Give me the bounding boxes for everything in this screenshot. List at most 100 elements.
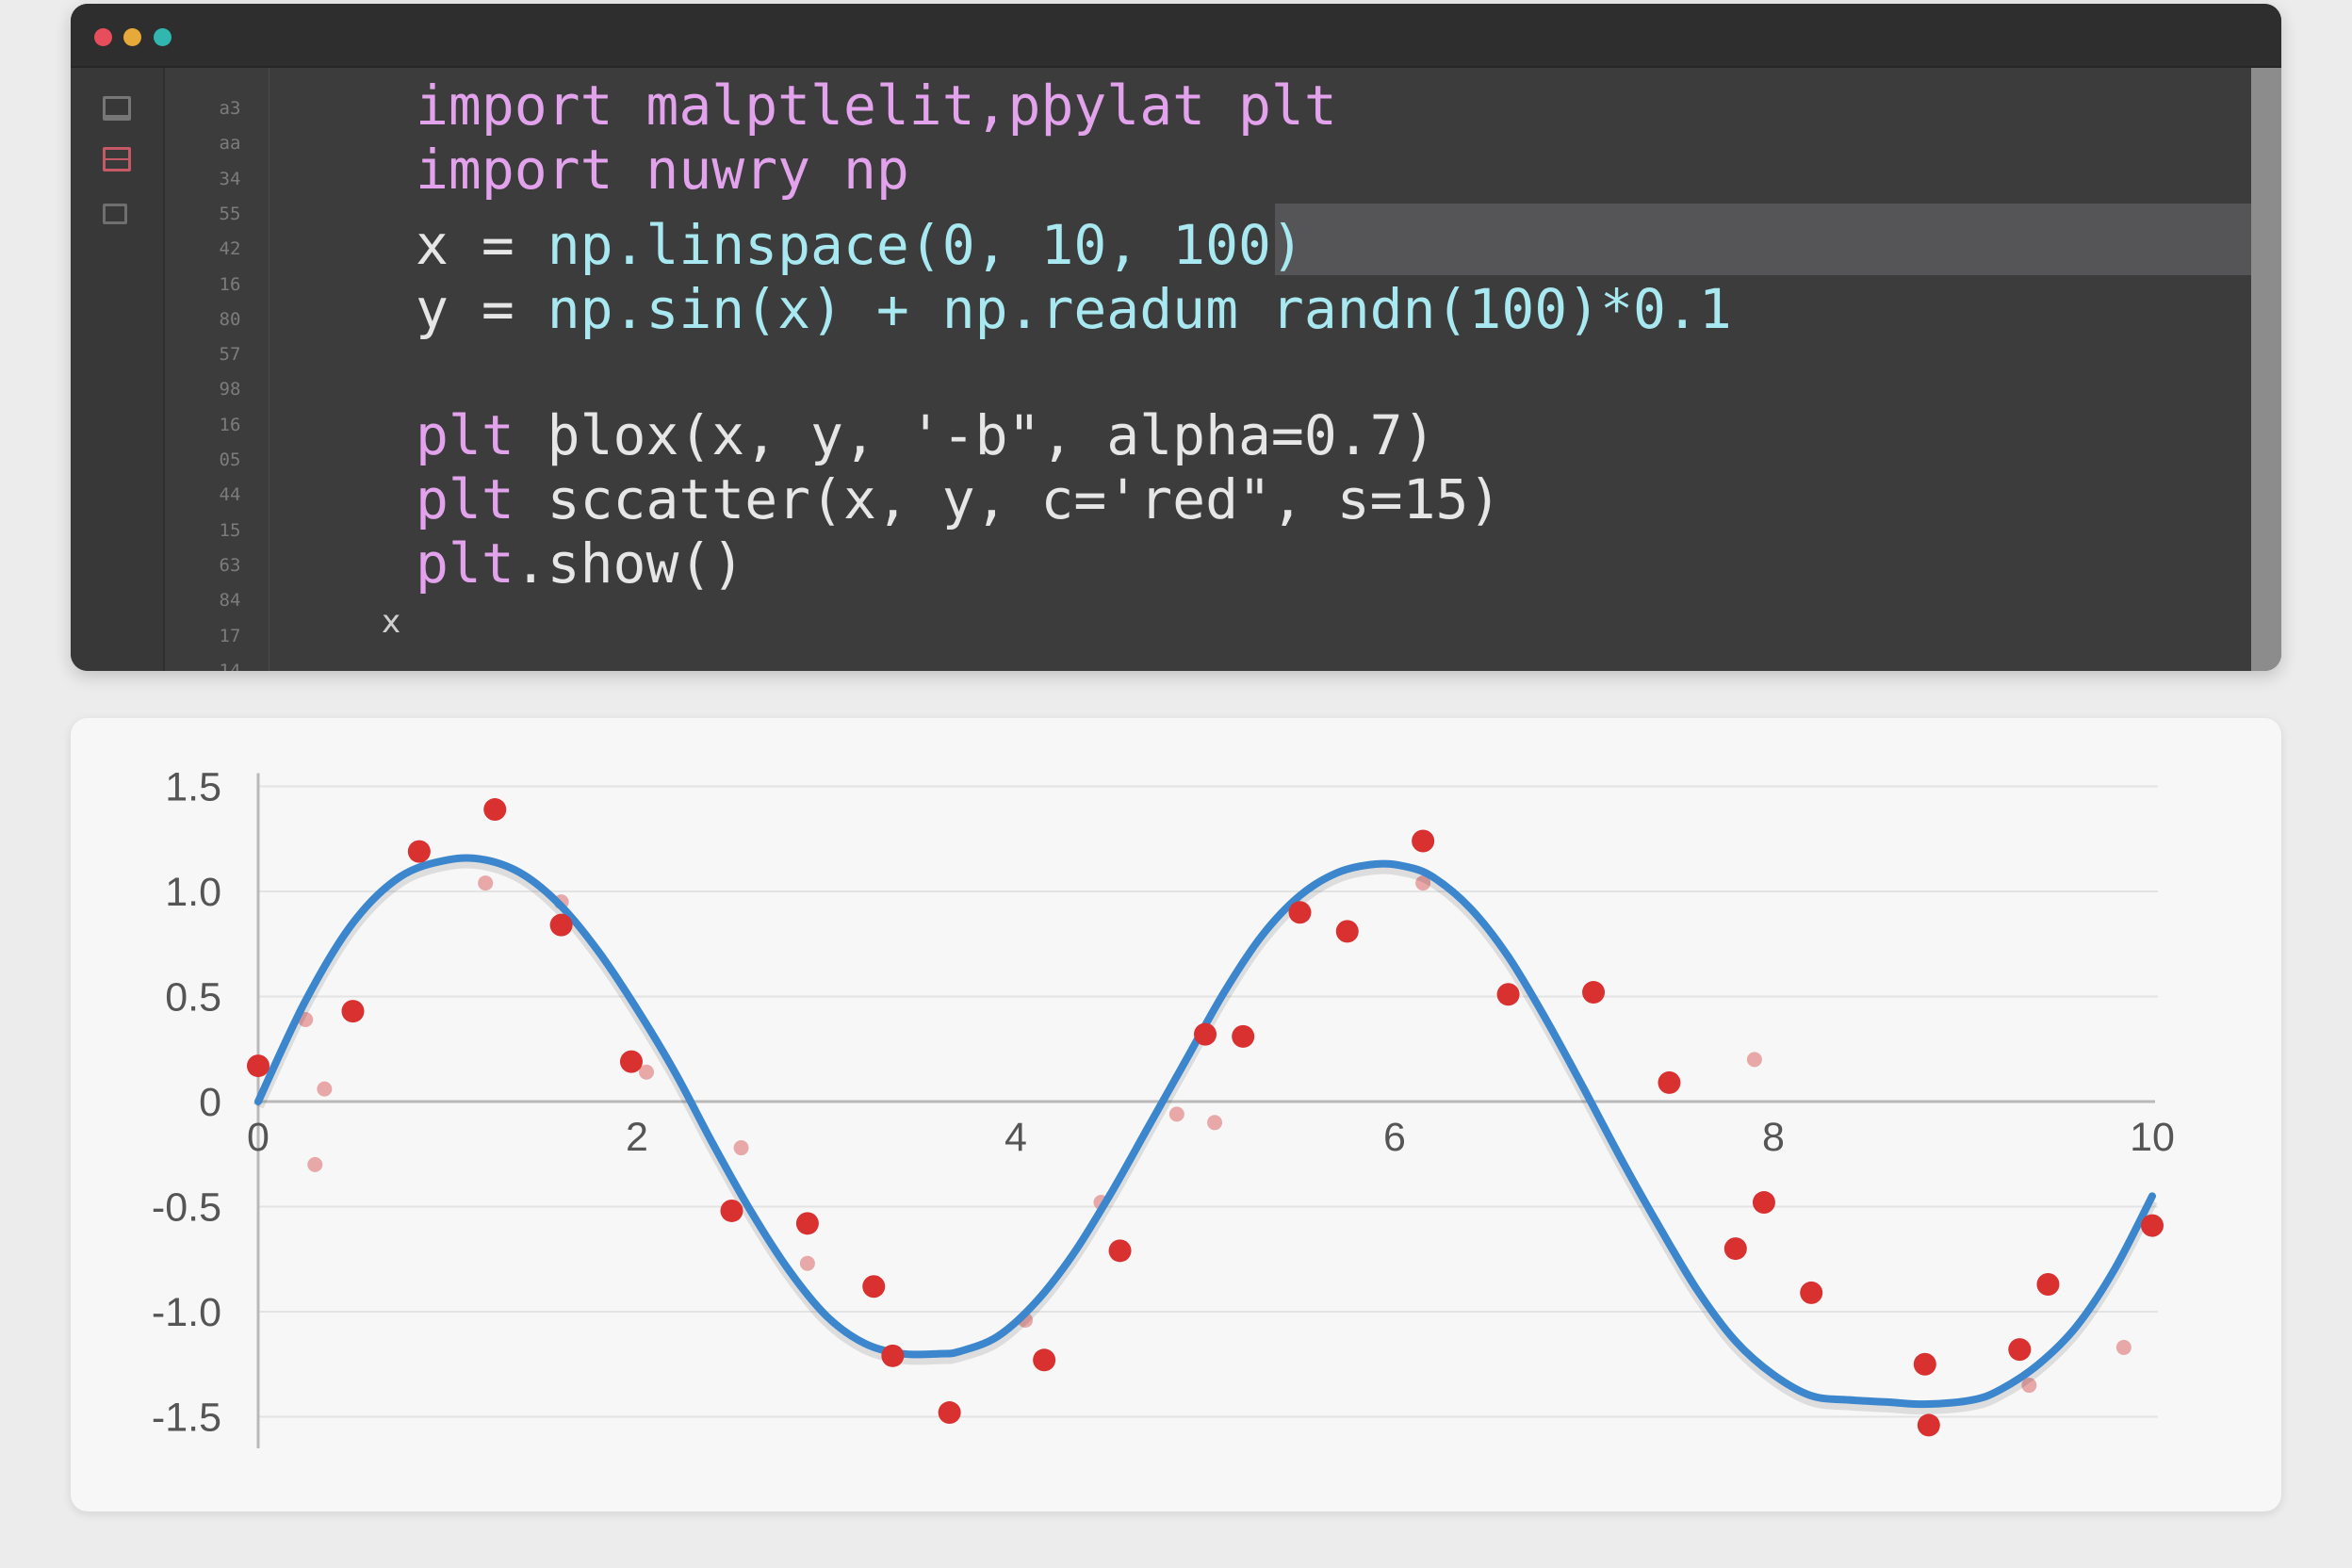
scatter-point bbox=[1800, 1281, 1823, 1304]
x-tick-label: 2 bbox=[626, 1115, 648, 1160]
code-line-6[interactable]: plt sccatter(x, y, c='red", s=15) bbox=[416, 467, 1501, 531]
code-editor-window: a3 aa 34 55 42 16 80 57 98 16 05 44 15 63 84 17 14 impor… bbox=[71, 4, 2281, 671]
scatter-point-faint bbox=[317, 1081, 333, 1097]
code-line-7[interactable]: plt.show() bbox=[416, 531, 744, 596]
scatter-point-faint bbox=[1168, 1106, 1184, 1122]
x-tick-label: 4 bbox=[1004, 1115, 1027, 1160]
code-text: x = bbox=[416, 213, 547, 277]
y-tick-label: -1.5 bbox=[152, 1396, 221, 1441]
scatter-point bbox=[549, 913, 573, 937]
line-number: 55 bbox=[219, 203, 241, 224]
scatter-point bbox=[795, 1212, 819, 1235]
line-number: 14 bbox=[219, 660, 241, 671]
sine-plot: 1.5 1.0 0.5 0 -0.5 -1.0 -1.5 0 2 4 6 8 10 bbox=[152, 765, 2175, 1448]
vertical-scrollbar[interactable] bbox=[2251, 68, 2281, 671]
x-tick-label: 0 bbox=[247, 1115, 270, 1160]
y-tick-label: 1.0 bbox=[165, 870, 221, 915]
scatter-point bbox=[862, 1275, 886, 1298]
minimize-window-button[interactable] bbox=[123, 28, 141, 46]
code-line-3[interactable]: x = np.linspace(0, 10, 100) bbox=[416, 213, 1304, 277]
activity-bar bbox=[71, 68, 165, 671]
line-number: 80 bbox=[219, 308, 241, 330]
scatter-point bbox=[1723, 1237, 1747, 1261]
code-call: np.linspace(0, 10, 100) bbox=[547, 213, 1304, 277]
scatter-point bbox=[2141, 1214, 2164, 1237]
scatter-point bbox=[1496, 983, 1520, 1006]
extensions-icon[interactable] bbox=[103, 204, 127, 224]
scatter-point bbox=[1194, 1022, 1217, 1046]
line-number: 98 bbox=[219, 379, 241, 400]
y-tick-label: 0 bbox=[199, 1080, 221, 1125]
line-number: 16 bbox=[219, 273, 241, 295]
code-text: þlox(x, y, '-b", alpha=0.7) bbox=[514, 403, 1436, 467]
scatter-point-faint bbox=[733, 1140, 749, 1156]
line-number: 05 bbox=[219, 449, 241, 470]
scatter-point bbox=[341, 1000, 365, 1023]
line-number: 17 bbox=[219, 625, 241, 646]
line-number: 63 bbox=[219, 554, 241, 576]
scatter-point bbox=[483, 798, 507, 822]
code-call: np.sin(x) + np.readum randn(100)*0.1 bbox=[547, 277, 1732, 341]
scatter-point bbox=[2036, 1273, 2060, 1297]
line-number: 16 bbox=[219, 414, 241, 435]
files-icon[interactable] bbox=[103, 96, 131, 121]
scatter-point bbox=[1412, 829, 1435, 853]
scatter-point bbox=[1582, 981, 1606, 1004]
scatter-point bbox=[1658, 1070, 1681, 1094]
scatter-point bbox=[881, 1344, 905, 1367]
current-line-highlight bbox=[1275, 204, 2281, 275]
line-number: aa bbox=[219, 133, 241, 155]
scatter-point-faint bbox=[1207, 1115, 1223, 1131]
line-number-gutter bbox=[165, 68, 270, 671]
y-tick-label: -1.0 bbox=[152, 1290, 221, 1335]
scatter-point bbox=[619, 1050, 643, 1073]
scatter-point bbox=[1232, 1024, 1255, 1048]
code-object: plt bbox=[416, 467, 514, 531]
code-line-2[interactable]: import nuwry np bbox=[416, 138, 909, 202]
scatter-point-faint bbox=[2115, 1339, 2132, 1355]
x-tick-label: 10 bbox=[2130, 1115, 2175, 1160]
line-number: 42 bbox=[219, 238, 241, 260]
code-line-5[interactable]: plt þlox(x, y, '-b", alpha=0.7) bbox=[416, 403, 1436, 467]
scatter-point bbox=[1917, 1413, 1940, 1437]
search-icon[interactable] bbox=[103, 147, 131, 172]
line-number: 57 bbox=[219, 344, 241, 366]
scatter-point-faint bbox=[1746, 1052, 1762, 1068]
scatter-point-faint bbox=[307, 1156, 323, 1172]
text-cursor: x bbox=[382, 603, 401, 641]
scatter-point bbox=[2008, 1338, 2032, 1362]
series-line bbox=[254, 854, 2156, 1409]
scatter-point bbox=[1033, 1348, 1056, 1372]
scatter-point bbox=[247, 1054, 270, 1078]
line-number: 15 bbox=[219, 519, 241, 541]
code-object: plt bbox=[416, 403, 514, 467]
scatter-point bbox=[938, 1401, 961, 1425]
x-tick-label: 8 bbox=[1762, 1115, 1785, 1160]
scatter-point bbox=[407, 840, 431, 863]
x-tick-label: 6 bbox=[1383, 1115, 1406, 1160]
maximize-window-button[interactable] bbox=[154, 28, 172, 46]
scatter-point bbox=[1913, 1352, 1936, 1376]
scatter-point bbox=[1752, 1191, 1775, 1215]
scatter-point bbox=[1288, 901, 1312, 924]
close-window-button[interactable] bbox=[94, 28, 112, 46]
scatter-point bbox=[720, 1199, 743, 1222]
plot-output-panel: 1.5 1.0 0.5 0 -0.5 -1.0 -1.5 0 2 4 6 8 10 bbox=[71, 718, 2281, 1511]
code-text: .show() bbox=[514, 531, 745, 596]
scatter-point-faint bbox=[478, 875, 494, 891]
line-number: 34 bbox=[219, 168, 241, 189]
keyword: import bbox=[416, 138, 613, 202]
title-bar bbox=[71, 4, 2281, 68]
code-line-1[interactable]: import malptlelit,pþylat plt bbox=[416, 74, 1337, 138]
code-text: malptlelit,pþylat plt bbox=[612, 74, 1337, 138]
keyword: import bbox=[416, 74, 613, 138]
code-text: y = bbox=[416, 277, 547, 341]
line-number: a3 bbox=[219, 98, 241, 119]
scatter-point bbox=[1335, 920, 1359, 943]
y-tick-label: 1.5 bbox=[165, 765, 221, 810]
y-tick-label: 0.5 bbox=[165, 975, 221, 1021]
line-number: 44 bbox=[219, 484, 241, 506]
code-line-4[interactable]: y = np.sin(x) + np.readum randn(100)*0.1 bbox=[416, 277, 1732, 341]
code-object: plt bbox=[416, 531, 514, 596]
scatter-point-faint bbox=[799, 1255, 815, 1271]
